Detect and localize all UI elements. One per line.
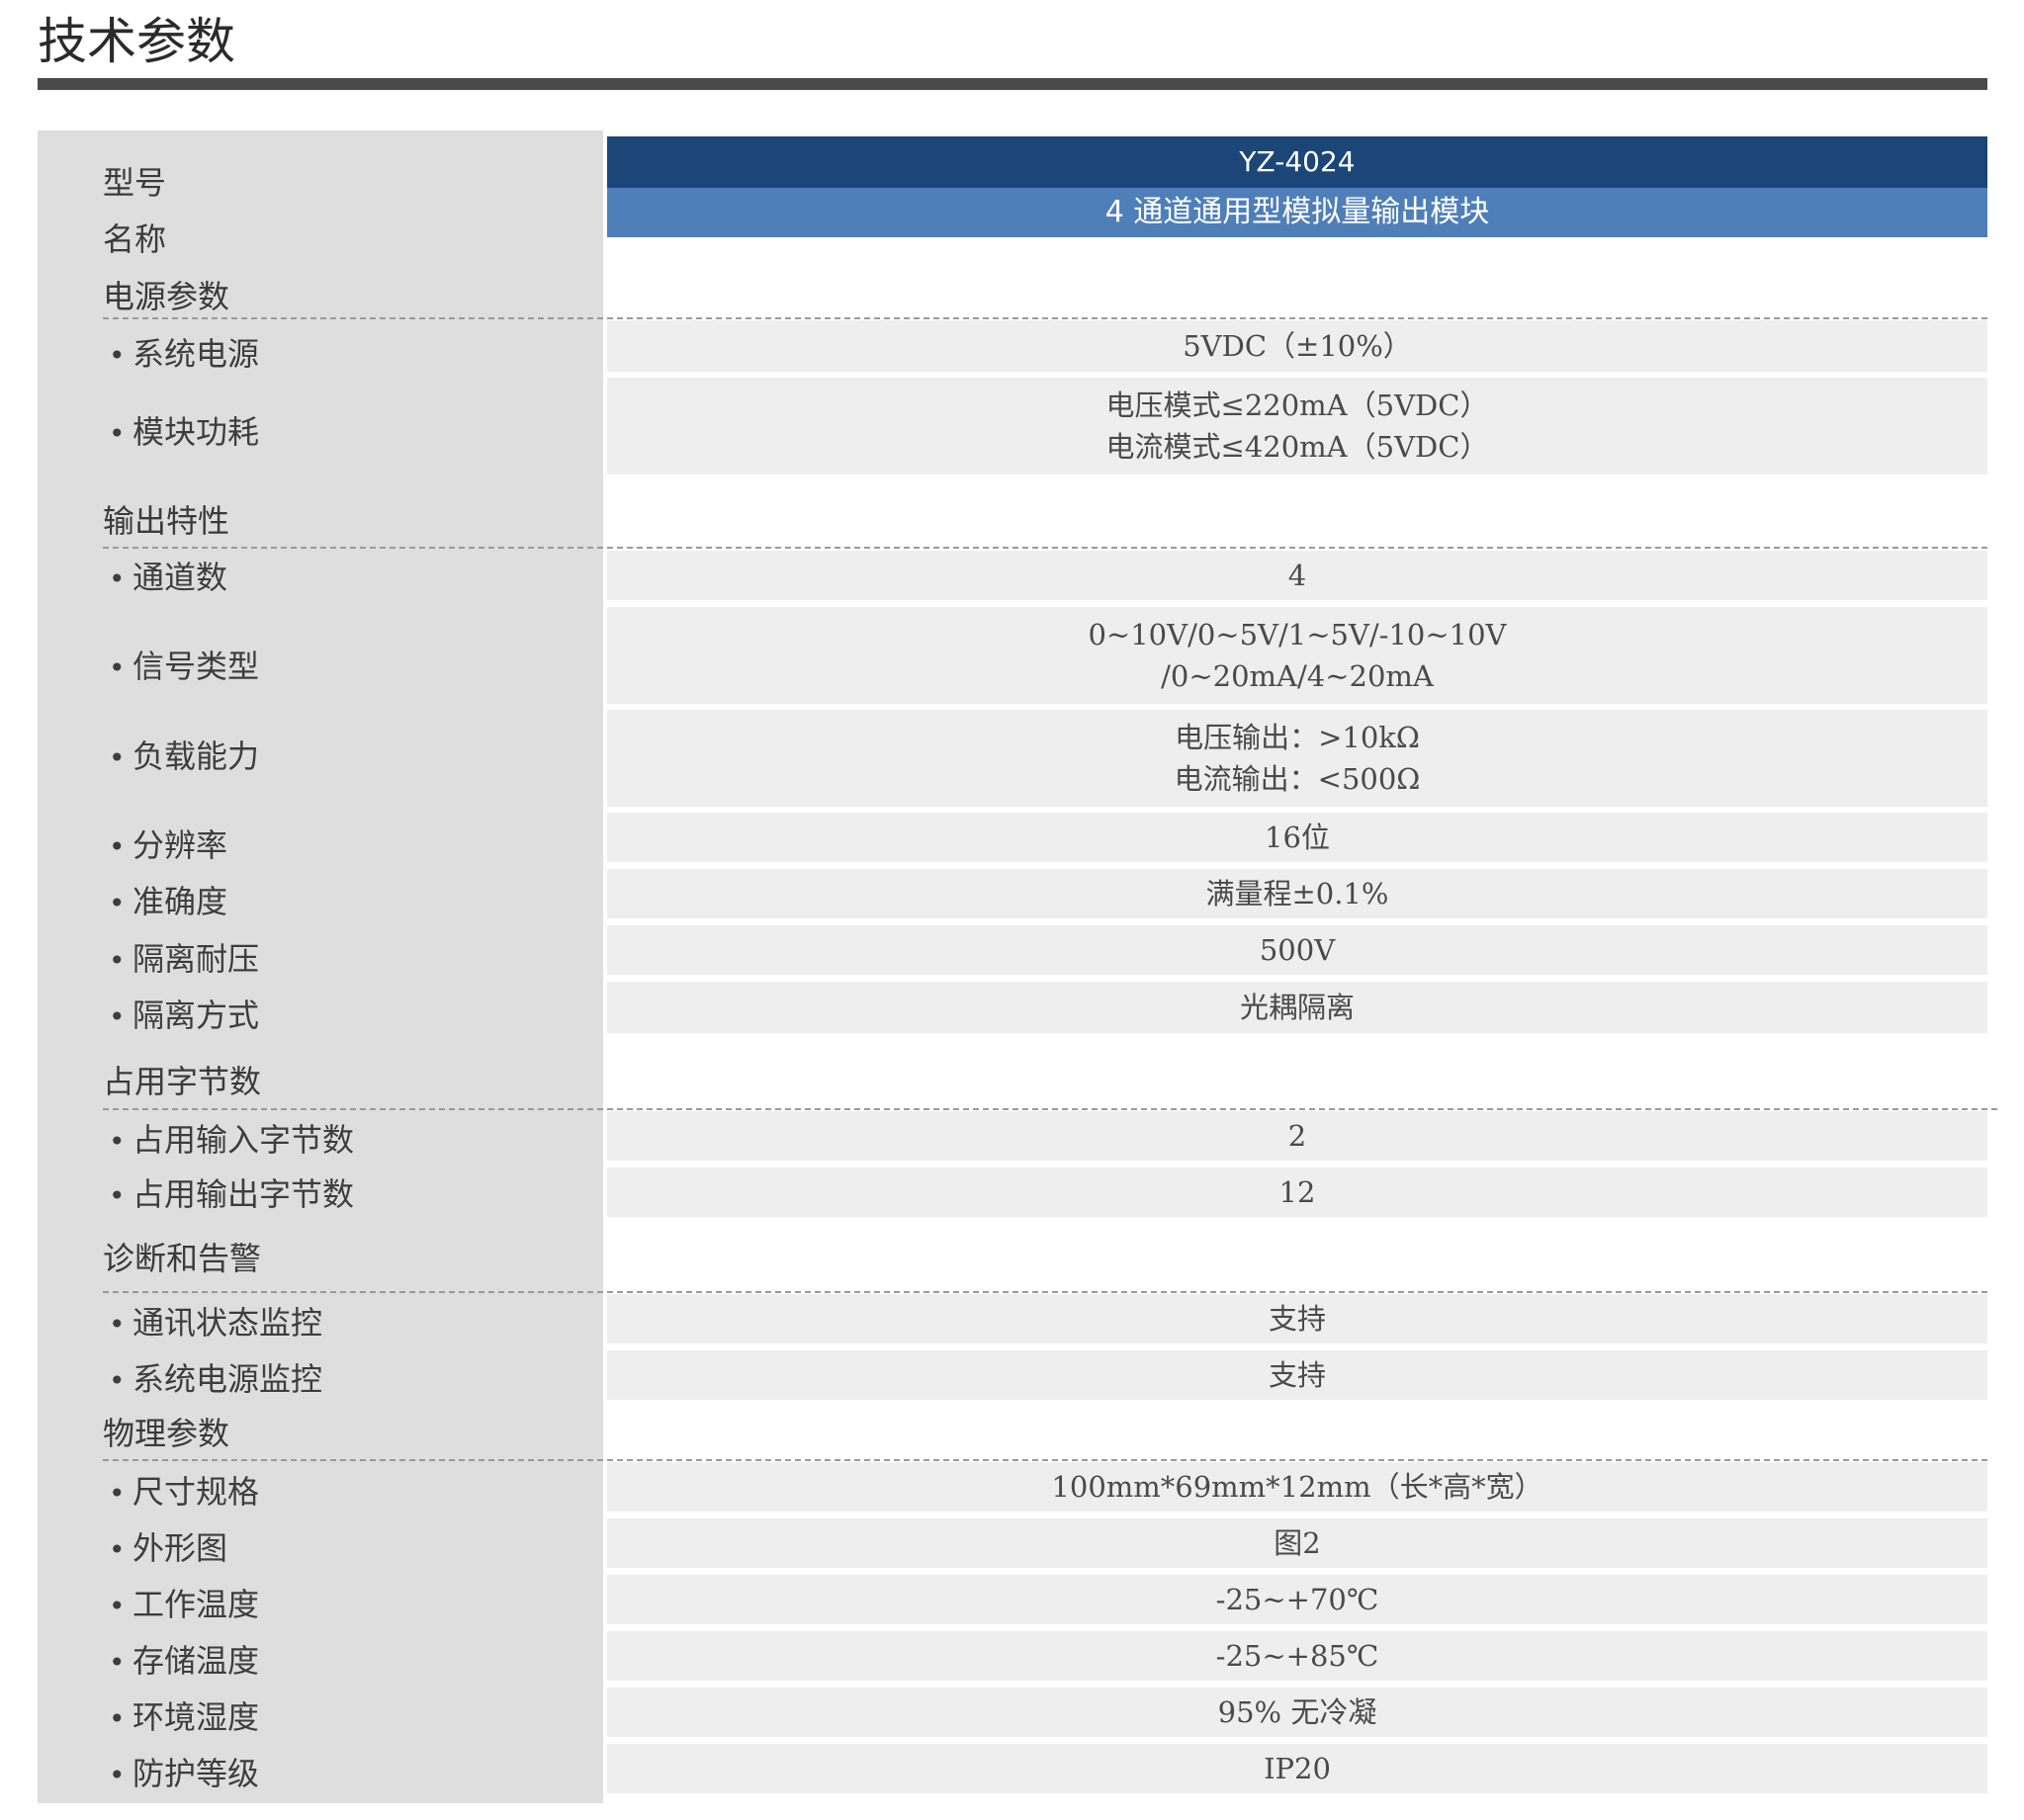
param-value: 0~10V/0~5V/1~5V/-10~10V/0~20mA/4~20mA — [607, 607, 1987, 704]
param-value: -25~+70℃ — [607, 1575, 1987, 1624]
section-divider — [103, 1291, 1987, 1293]
section-divider — [103, 317, 1987, 319]
name-label: 名称 — [103, 220, 167, 258]
param-label: • 环境湿度 — [109, 1698, 260, 1736]
param-label: • 分辨率 — [109, 826, 228, 864]
param-value: -25~+85℃ — [607, 1631, 1987, 1681]
param-label: • 系统电源 — [109, 335, 260, 373]
param-value: 16位 — [607, 813, 1987, 862]
section-divider — [103, 1459, 1987, 1461]
param-value: 支持 — [607, 1350, 1987, 1400]
model-value: YZ-4024 — [607, 136, 1987, 188]
param-label: • 占用输出字节数 — [109, 1175, 355, 1213]
param-label: • 通道数 — [109, 559, 228, 596]
param-label: • 系统电源监控 — [109, 1360, 323, 1398]
param-value: 图2 — [607, 1518, 1987, 1568]
param-value: 12 — [607, 1168, 1987, 1217]
param-value: IP20 — [607, 1744, 1987, 1793]
param-value: 5VDC（±10%） — [607, 320, 1987, 372]
param-label: • 存储温度 — [109, 1642, 260, 1680]
param-label: • 防护等级 — [109, 1755, 260, 1792]
page-title: 技术参数 — [38, 13, 235, 70]
param-label: • 模块功耗 — [109, 413, 260, 451]
name-value: 4 通道通用型模拟量输出模块 — [607, 188, 1987, 237]
section-title-physical: 物理参数 — [103, 1415, 230, 1452]
param-label: • 工作温度 — [109, 1586, 260, 1623]
param-value: 电压输出：>10kΩ 电流输出：<500Ω — [607, 710, 1987, 807]
param-value: 电压模式≤220mA（5VDC） 电流模式≤420mA（5VDC） — [607, 378, 1987, 475]
param-label: • 通讯状态监控 — [109, 1304, 323, 1342]
param-label: • 外形图 — [109, 1529, 228, 1567]
title-rule — [38, 78, 1987, 90]
param-label: • 尺寸规格 — [109, 1473, 260, 1511]
model-label: 型号 — [103, 164, 167, 202]
param-value: 光耦隔离 — [607, 982, 1987, 1033]
section-divider — [103, 1108, 1997, 1110]
param-value: 95% 无冷凝 — [607, 1688, 1987, 1737]
section-title-diag: 诊断和告警 — [103, 1240, 262, 1277]
param-value: 支持 — [607, 1294, 1987, 1343]
param-label: • 信号类型 — [109, 648, 260, 685]
param-value: 4 — [607, 551, 1987, 600]
section-title-power: 电源参数 — [103, 278, 230, 315]
param-label: • 隔离方式 — [109, 997, 260, 1034]
param-label: • 隔离耐压 — [109, 940, 260, 978]
param-value: 2 — [607, 1111, 1987, 1161]
param-label: • 负载能力 — [109, 737, 260, 775]
section-title-bytes: 占用字节数 — [103, 1063, 262, 1100]
section-title-output: 输出特性 — [103, 502, 230, 540]
param-label: • 占用输入字节数 — [109, 1121, 355, 1159]
param-value: 满量程±0.1% — [607, 869, 1987, 918]
param-value: 500V — [607, 925, 1987, 975]
section-divider — [103, 547, 1987, 549]
param-label: • 准确度 — [109, 883, 228, 920]
param-value: 100mm*69mm*12mm（长*高*宽） — [607, 1462, 1987, 1512]
